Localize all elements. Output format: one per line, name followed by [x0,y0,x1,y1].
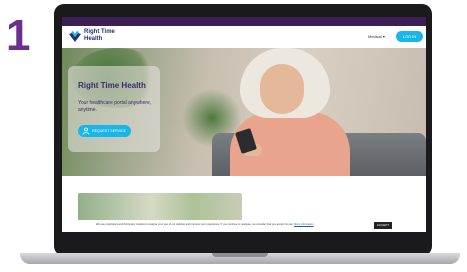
cookie-accept-button[interactable]: ACCEPT [374,222,392,229]
brand-name-line2: Health [84,36,103,42]
request-service-label: REQUEST SERVICE [92,129,127,133]
site-header: Right Time Health Medical ▾ LOG IN [62,26,426,48]
cookie-more-info-link[interactable]: More information [294,223,313,226]
user-icon [82,127,90,135]
nav-menu-medical[interactable]: Medical ▾ [368,34,385,39]
cookie-text: We use proprietary and third-party cooki… [96,223,314,226]
laptop-notch [212,253,268,257]
hero-card: Right Time Health Your healthcare portal… [68,66,160,152]
hero-subtitle: Your healthcare portal anywhere, anytime… [78,100,152,113]
cookie-banner: We use proprietary and third-party cooki… [62,220,426,232]
person-face [260,64,304,114]
cookie-message: We use proprietary and third-party cooki… [96,223,294,226]
logo-icon [69,31,81,42]
request-service-button[interactable]: REQUEST SERVICE [78,125,131,137]
hero-title: Right Time Health [78,81,146,90]
laptop-screen: Right Time Health Medical ▾ LOG IN Right… [62,17,426,244]
step-number: 1 [6,11,31,60]
login-button[interactable]: LOG IN [396,31,423,42]
top-bar [62,17,426,26]
brand-name-line1: Right Time [84,29,115,35]
section-image [78,193,242,223]
content-section: We use proprietary and third-party cooki… [62,176,426,244]
brand-name[interactable]: Right Time Health [84,29,134,43]
hero-section: Right Time Health Your healthcare portal… [62,48,426,176]
screen-bottom-bezel [62,232,426,244]
